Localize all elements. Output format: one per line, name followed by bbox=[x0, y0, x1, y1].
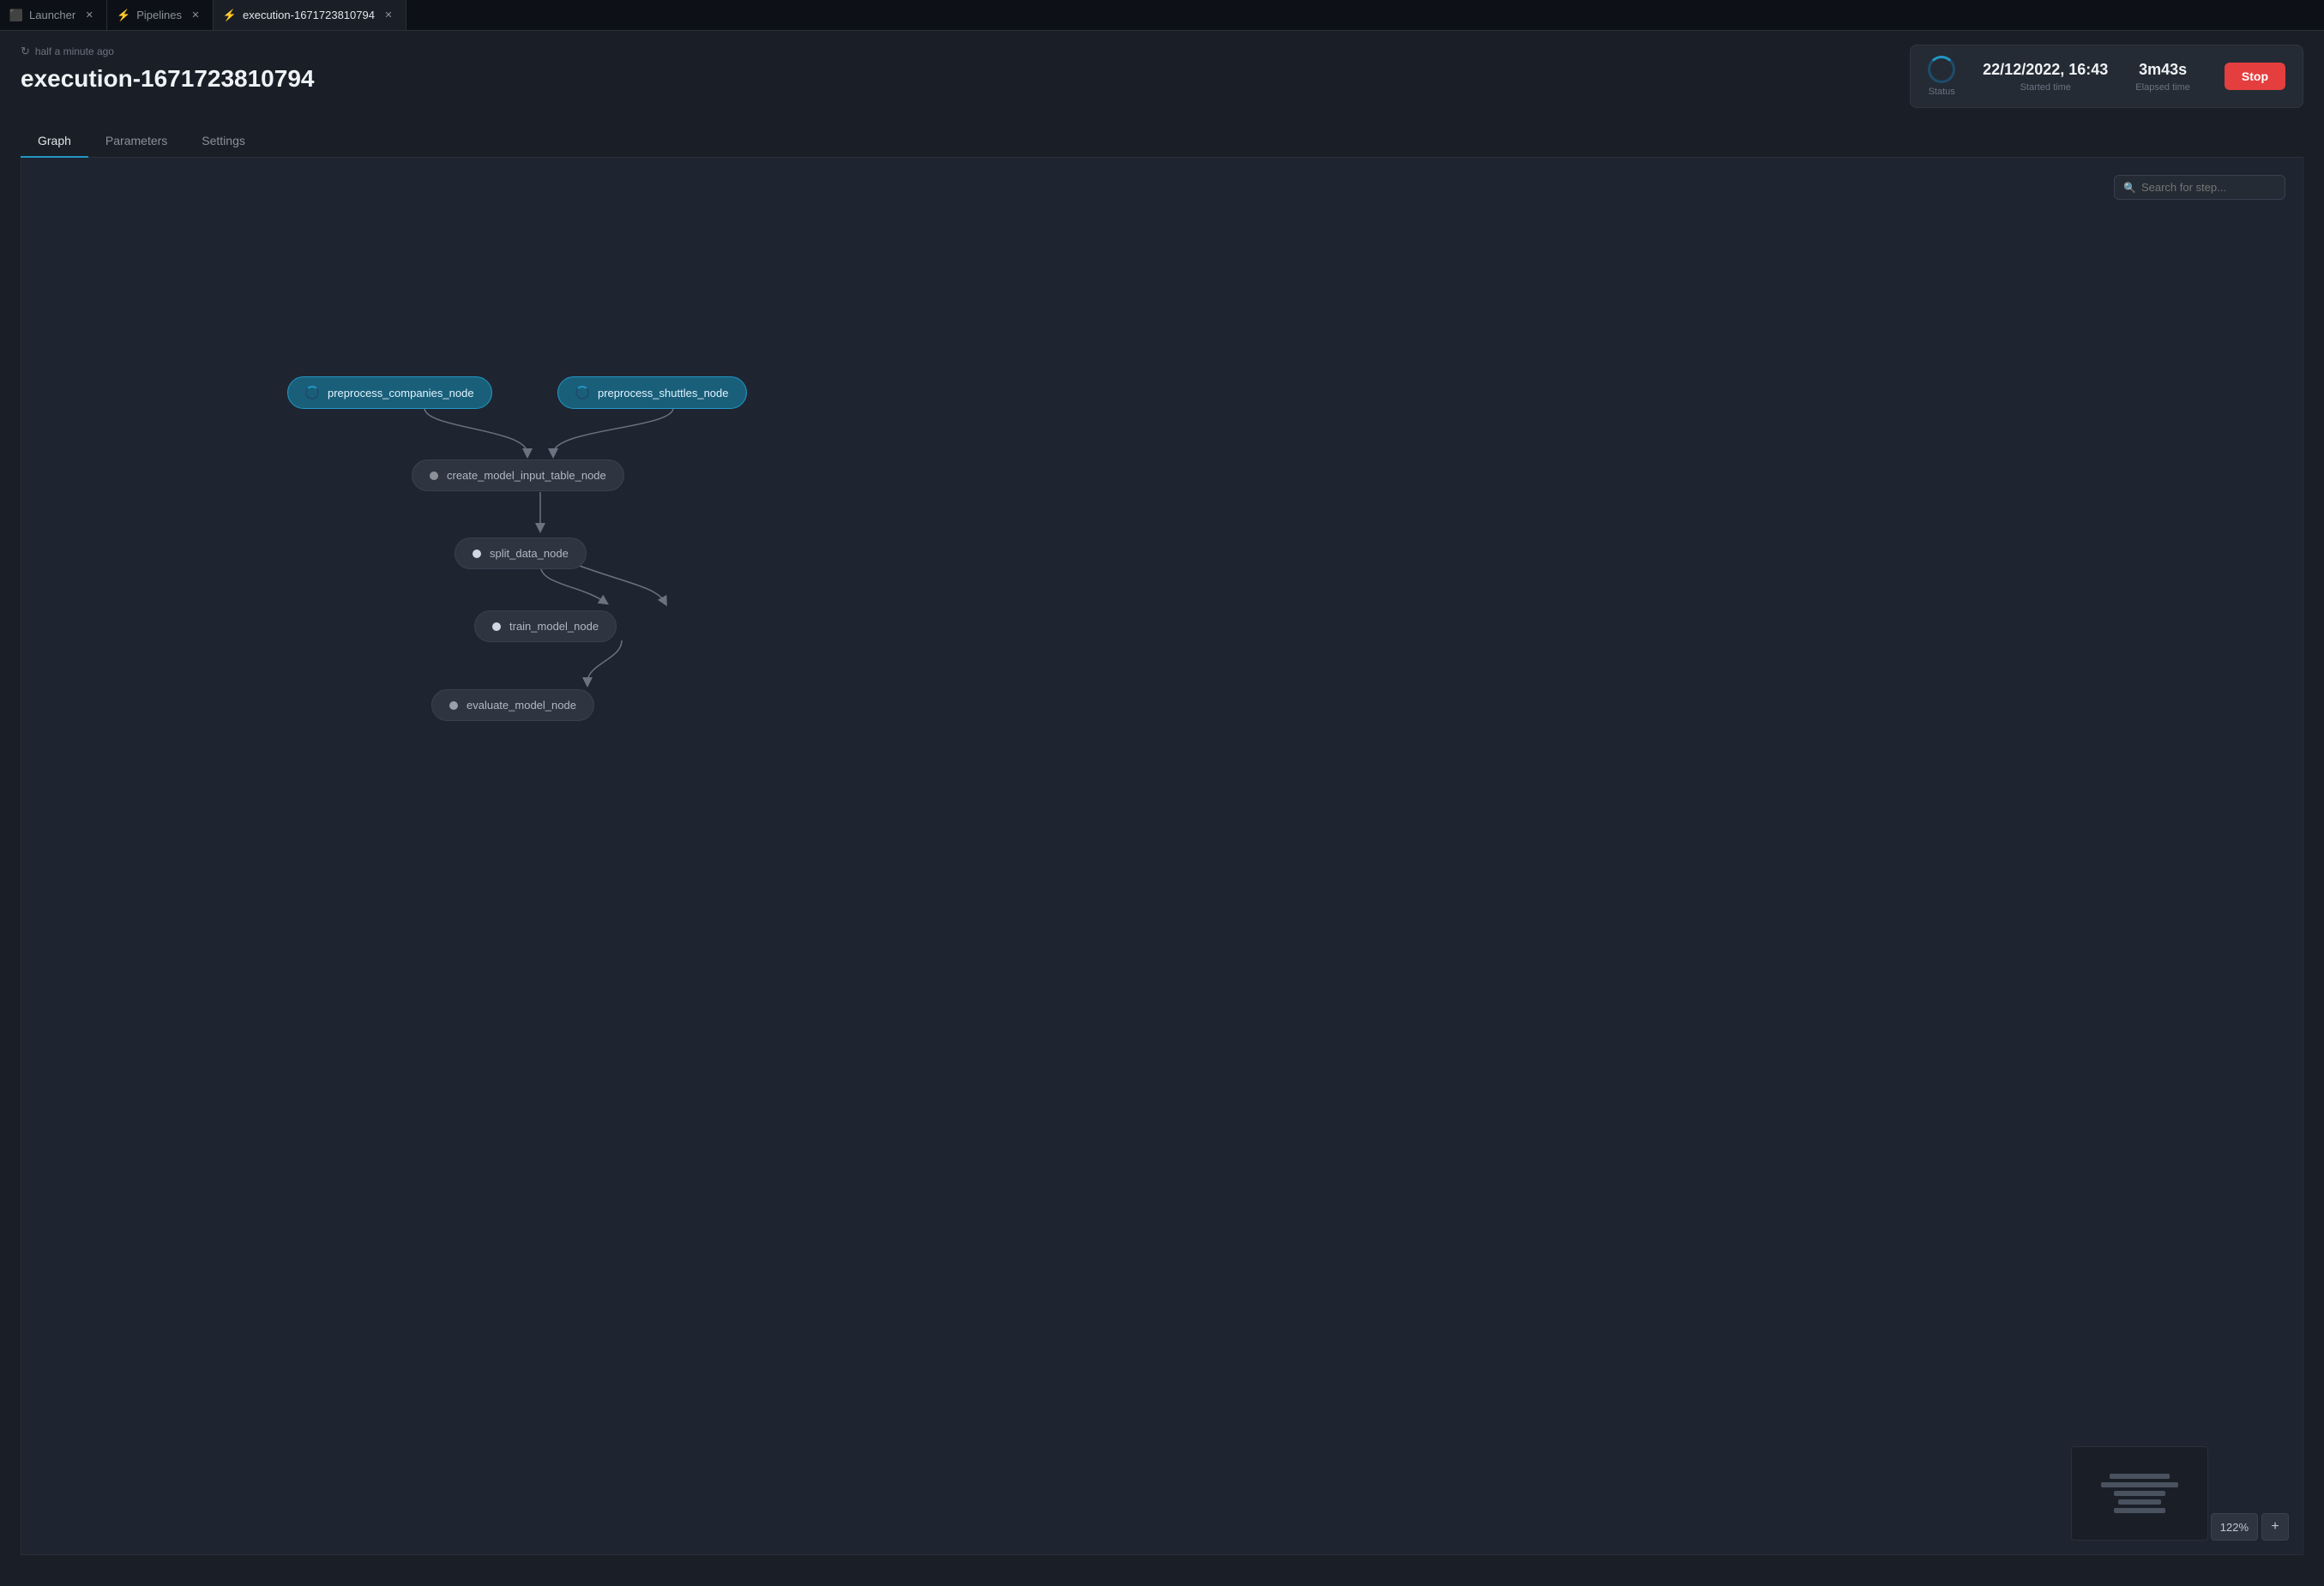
tab-bar: ⬛ Launcher ✕ ⚡ Pipelines ✕ ⚡ execution-1… bbox=[0, 0, 2324, 31]
graph-area: 🔍 prepro bbox=[21, 158, 2303, 1555]
search-input[interactable] bbox=[2141, 181, 2276, 194]
mini-bar-2 bbox=[2101, 1482, 2178, 1487]
tab-execution-close[interactable]: ✕ bbox=[382, 9, 395, 22]
stop-button[interactable]: Stop bbox=[2225, 63, 2285, 90]
started-time-value: 22/12/2022, 16:43 bbox=[1983, 61, 2108, 79]
zoom-level: 122% bbox=[2211, 1513, 2258, 1541]
elapsed-time-label: Elapsed time bbox=[2135, 82, 2190, 93]
node-preprocess-companies[interactable]: preprocess_companies_node bbox=[287, 376, 492, 409]
refresh-row: ↻ half a minute ago bbox=[21, 45, 314, 58]
header-left: ↻ half a minute ago execution-1671723810… bbox=[21, 45, 314, 93]
status-item-running: Status bbox=[1928, 56, 1955, 97]
node-train-model[interactable]: train_model_node bbox=[474, 610, 617, 642]
mini-map-inner bbox=[2101, 1474, 2178, 1513]
node-preprocess-shuttles-label: preprocess_shuttles_node bbox=[598, 387, 729, 400]
mini-bar-5 bbox=[2114, 1508, 2165, 1513]
mini-map bbox=[2071, 1446, 2208, 1541]
pipelines-icon: ⚡ bbox=[117, 9, 129, 21]
header-row: ↻ half a minute ago execution-1671723810… bbox=[21, 45, 2303, 108]
search-icon: 🔍 bbox=[2123, 182, 2136, 194]
mini-bar-1 bbox=[2110, 1474, 2170, 1479]
main-content: ↻ half a minute ago execution-1671723810… bbox=[0, 31, 2324, 1569]
mini-bar-3 bbox=[2114, 1491, 2165, 1496]
started-time-label: Started time bbox=[2020, 82, 2071, 93]
tab-pipelines-close[interactable]: ✕ bbox=[189, 9, 202, 22]
refresh-icon[interactable]: ↻ bbox=[21, 45, 30, 58]
search-box[interactable]: 🔍 bbox=[2114, 175, 2285, 200]
zoom-in-button[interactable]: + bbox=[2261, 1513, 2289, 1541]
refresh-label: half a minute ago bbox=[35, 45, 114, 57]
tab-launcher-label: Launcher bbox=[29, 9, 75, 21]
node-split-data-label: split_data_node bbox=[490, 547, 569, 560]
status-item-started: 22/12/2022, 16:43 Started time bbox=[1983, 61, 2108, 93]
status-label: Status bbox=[1929, 87, 1955, 97]
graph-arrows bbox=[21, 158, 2303, 1554]
page-title: execution-1671723810794 bbox=[21, 65, 314, 93]
mini-bar-4 bbox=[2118, 1499, 2161, 1505]
tab-execution-label: execution-1671723810794 bbox=[243, 9, 375, 21]
tab-launcher[interactable]: ⬛ Launcher ✕ bbox=[0, 0, 107, 30]
node-evaluate-model-label: evaluate_model_node bbox=[467, 699, 576, 712]
status-item-elapsed: 3m43s Elapsed time bbox=[2135, 61, 2190, 93]
running-spinner-icon bbox=[305, 386, 319, 400]
pending-dot-icon bbox=[430, 472, 438, 480]
tab-execution[interactable]: ⚡ execution-1671723810794 ✕ bbox=[214, 0, 406, 30]
tab-settings[interactable]: Settings bbox=[184, 125, 262, 158]
tab-pipelines[interactable]: ⚡ Pipelines ✕ bbox=[107, 0, 214, 30]
status-panel: Status 22/12/2022, 16:43 Started time 3m… bbox=[1910, 45, 2303, 108]
node-preprocess-shuttles[interactable]: preprocess_shuttles_node bbox=[557, 376, 747, 409]
tab-launcher-close[interactable]: ✕ bbox=[82, 9, 96, 22]
running-spinner-icon-2 bbox=[575, 386, 589, 400]
node-create-model-input[interactable]: create_model_input_table_node bbox=[412, 460, 624, 491]
launcher-icon: ⬛ bbox=[10, 9, 22, 21]
node-preprocess-companies-label: preprocess_companies_node bbox=[328, 387, 474, 400]
tab-parameters[interactable]: Parameters bbox=[88, 125, 184, 158]
elapsed-time-value: 3m43s bbox=[2139, 61, 2187, 79]
status-spinner-icon bbox=[1928, 56, 1955, 83]
node-train-model-label: train_model_node bbox=[509, 620, 599, 633]
pending-dot-white-icon bbox=[473, 550, 481, 558]
execution-icon: ⚡ bbox=[224, 9, 236, 21]
tab-graph[interactable]: Graph bbox=[21, 125, 88, 158]
tab-pipelines-label: Pipelines bbox=[136, 9, 182, 21]
node-evaluate-model[interactable]: evaluate_model_node bbox=[431, 689, 594, 721]
node-split-data[interactable]: split_data_node bbox=[455, 538, 587, 569]
node-create-model-label: create_model_input_table_node bbox=[447, 469, 606, 482]
nav-tabs-row: Graph Parameters Settings bbox=[21, 125, 2303, 158]
pending-dot-icon-2 bbox=[449, 701, 458, 710]
pending-dot-white-icon-2 bbox=[492, 622, 501, 631]
